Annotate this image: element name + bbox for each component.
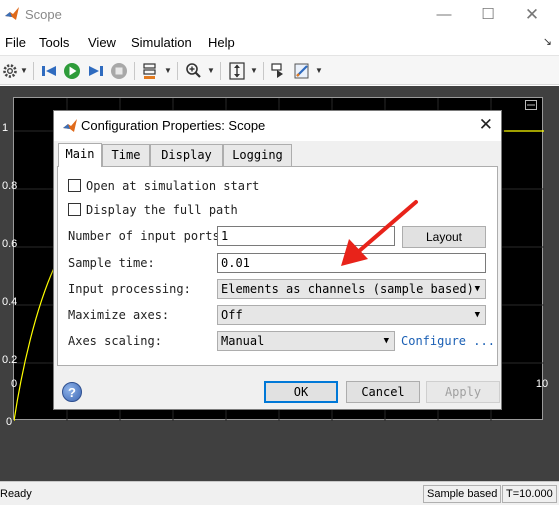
chevron-down-icon: ▼ bbox=[474, 284, 480, 294]
axes-scaling-select[interactable]: Manual ▼ bbox=[217, 331, 395, 351]
simulation-time: T=10.000 bbox=[502, 485, 557, 503]
chevron-down-icon[interactable]: ▼ bbox=[20, 66, 28, 75]
input-ports-field[interactable]: 1 bbox=[217, 226, 395, 246]
dialog-titlebar: Configuration Properties: Scope ✕ bbox=[54, 111, 501, 141]
matlab-logo-icon bbox=[5, 7, 19, 20]
y-tick-label: 0 bbox=[6, 416, 13, 428]
fit-y-icon[interactable] bbox=[227, 60, 247, 82]
toolbar: ▼ ▼ ▼ ▼ ▼ bbox=[0, 55, 559, 85]
open-at-start-label: Open at simulation start bbox=[86, 179, 260, 193]
toolbar-separator bbox=[177, 62, 178, 80]
maximize-axes-label: Maximize axes: bbox=[68, 308, 170, 322]
undock-pin-icon[interactable]: ↘ bbox=[543, 35, 552, 48]
x-tick-label: 10 bbox=[535, 378, 549, 390]
axes-undock-icon[interactable] bbox=[525, 100, 537, 110]
y-tick-label: 0.2 bbox=[2, 354, 18, 366]
apply-button[interactable]: Apply bbox=[426, 381, 500, 403]
open-at-start-checkbox[interactable] bbox=[68, 179, 81, 192]
configure-link[interactable]: Configure ... bbox=[401, 334, 495, 348]
style-brush-icon[interactable] bbox=[292, 60, 312, 82]
toolbar-separator bbox=[134, 62, 135, 80]
matlab-logo-icon bbox=[63, 119, 77, 132]
step-forward-icon[interactable] bbox=[86, 60, 106, 82]
ok-button[interactable]: OK bbox=[264, 381, 338, 403]
toolbar-separator bbox=[220, 62, 221, 80]
status-bar: Ready Sample based T=10.000 bbox=[0, 481, 559, 505]
sample-mode-indicator: Sample based bbox=[423, 485, 502, 503]
cancel-button[interactable]: Cancel bbox=[346, 381, 420, 403]
menu-file[interactable]: File bbox=[5, 35, 26, 50]
dialog-close-button[interactable]: ✕ bbox=[479, 115, 493, 135]
chevron-down-icon[interactable]: ▼ bbox=[207, 66, 215, 75]
layout-icon[interactable] bbox=[141, 60, 161, 82]
close-button[interactable]: ✕ bbox=[521, 4, 543, 26]
toolbar-separator bbox=[263, 62, 264, 80]
gear-icon[interactable] bbox=[2, 60, 20, 82]
step-back-icon[interactable] bbox=[39, 60, 59, 82]
highlight-block-icon[interactable] bbox=[269, 60, 289, 82]
input-processing-value: Elements as channels (sample based) bbox=[221, 282, 474, 296]
tab-display[interactable]: Display bbox=[150, 144, 223, 166]
zoom-icon[interactable] bbox=[184, 60, 204, 82]
y-tick-label: 0.4 bbox=[2, 296, 18, 308]
status-ready: Ready bbox=[0, 488, 32, 500]
window-title: Scope bbox=[25, 7, 62, 22]
chevron-down-icon: ▼ bbox=[474, 310, 480, 320]
main-tab-panel: Open at simulation start Display the ful… bbox=[57, 166, 498, 366]
menu-simulation[interactable]: Simulation bbox=[131, 35, 192, 50]
stop-icon[interactable] bbox=[109, 60, 129, 82]
chevron-down-icon[interactable]: ▼ bbox=[164, 66, 172, 75]
toolbar-separator bbox=[33, 62, 34, 80]
help-icon[interactable]: ? bbox=[62, 382, 82, 402]
menu-tools[interactable]: Tools bbox=[39, 35, 69, 50]
menu-view[interactable]: View bbox=[88, 35, 116, 50]
tab-logging[interactable]: Logging bbox=[223, 144, 292, 166]
input-processing-select[interactable]: Elements as channels (sample based) ▼ bbox=[217, 279, 486, 299]
input-processing-label: Input processing: bbox=[68, 282, 191, 296]
display-full-path-label: Display the full path bbox=[86, 203, 238, 217]
input-ports-label: Number of input ports: bbox=[68, 229, 227, 243]
sample-time-field[interactable]: 0.01 bbox=[217, 253, 486, 273]
tab-time[interactable]: Time bbox=[102, 144, 150, 166]
tab-main[interactable]: Main bbox=[58, 143, 102, 167]
dialog-title: Configuration Properties: Scope bbox=[81, 118, 266, 133]
configuration-dialog: Configuration Properties: Scope ✕ Main T… bbox=[53, 110, 502, 410]
run-icon[interactable] bbox=[62, 60, 82, 82]
signal-line bbox=[14, 267, 55, 421]
minimize-button[interactable]: — bbox=[433, 4, 455, 26]
axes-scaling-value: Manual bbox=[221, 334, 265, 348]
sample-time-label: Sample time: bbox=[68, 256, 155, 270]
display-full-path-checkbox[interactable] bbox=[68, 203, 81, 216]
chevron-down-icon[interactable]: ▼ bbox=[250, 66, 258, 75]
menu-bar: File Tools View Simulation Help ↘ bbox=[0, 31, 559, 53]
maximize-axes-value: Off bbox=[221, 308, 243, 322]
x-tick-label: 0 bbox=[10, 378, 18, 390]
y-tick-label: 1 bbox=[2, 122, 9, 134]
y-tick-label: 0.8 bbox=[2, 180, 18, 192]
axes-scaling-label: Axes scaling: bbox=[68, 334, 162, 348]
maximize-axes-select[interactable]: Off ▼ bbox=[217, 305, 486, 325]
maximize-button[interactable]: ☐ bbox=[477, 4, 499, 26]
chevron-down-icon[interactable]: ▼ bbox=[315, 66, 323, 75]
layout-button[interactable]: Layout bbox=[402, 226, 486, 248]
menu-help[interactable]: Help bbox=[208, 35, 235, 50]
chevron-down-icon: ▼ bbox=[383, 336, 389, 346]
window-titlebar: Scope — ☐ ✕ bbox=[0, 0, 559, 30]
y-tick-label: 0.6 bbox=[2, 238, 18, 250]
